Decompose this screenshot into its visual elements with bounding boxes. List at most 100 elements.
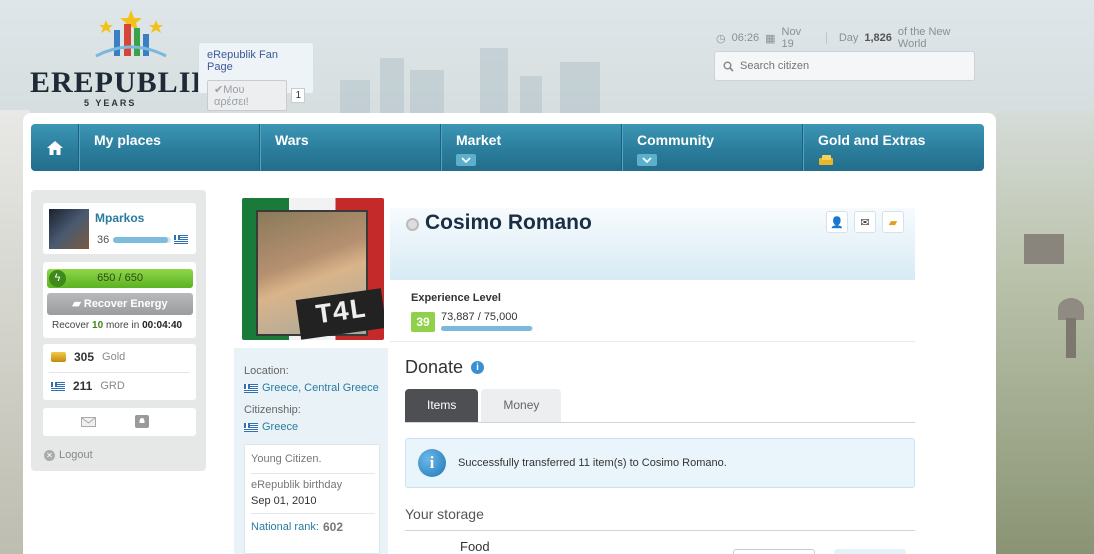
national-rank-value: 602 — [323, 520, 344, 534]
nav-market[interactable]: Market — [441, 124, 622, 171]
citizenship-label: Citizenship: — [244, 404, 301, 416]
day-prefix: Day — [838, 32, 859, 44]
messages-card — [43, 408, 196, 436]
recover-amount: 10 — [92, 320, 104, 331]
gold-label: Gold — [102, 351, 126, 363]
user-sidebar: Mparkos 36 ϟ 650 / 650 ▰ Recover Energy … — [31, 190, 206, 471]
main-nav: My places Wars Market Community Gold and… — [31, 124, 984, 171]
add-friend-button[interactable]: 👤 — [826, 211, 848, 233]
bell-icon[interactable] — [135, 415, 149, 428]
add-friend-icon: 👤 — [830, 216, 844, 229]
gold-row[interactable]: 305 Gold — [51, 350, 125, 364]
nav-label: My places — [94, 132, 161, 148]
divider — [405, 530, 915, 531]
divider — [825, 32, 827, 44]
recover-timer: 00:04:40 — [142, 320, 183, 331]
currency-label: GRD — [100, 380, 125, 392]
greece-flag-icon — [174, 235, 188, 244]
send-message-button[interactable]: ✉ — [854, 211, 876, 233]
donate-button[interactable]: ▰ — [882, 211, 904, 233]
citizen-portrait: T4L — [242, 198, 384, 340]
day-number: 1,826 — [864, 32, 892, 44]
nav-label: Community — [637, 132, 714, 148]
location-link[interactable]: Greece, Central Greece — [244, 382, 379, 394]
time-info: ◷ 06:26 ▦ Nov 19 Day 1,826 of the New Wo… — [716, 26, 976, 50]
calendar-icon: ▦ — [765, 32, 776, 45]
nav-community[interactable]: Community — [622, 124, 803, 171]
lightning-icon: ϟ — [49, 270, 66, 287]
storage-title: Your storage — [405, 506, 484, 522]
currency-row[interactable]: 211 GRD — [51, 379, 125, 393]
donate-icon: ▰ — [888, 216, 898, 229]
location-value: Greece, Central Greece — [262, 382, 379, 394]
greece-flag-icon — [244, 422, 258, 432]
success-message-text: Successfully transferred 11 item(s) to C… — [458, 457, 727, 469]
gold-icon — [819, 155, 833, 165]
tab-money[interactable]: Money — [481, 389, 562, 422]
quantity-input[interactable] — [733, 549, 815, 554]
citizenship-link[interactable]: Greece — [244, 421, 298, 433]
recover-energy-button[interactable]: ▰ Recover Energy — [47, 293, 193, 315]
recover-prefix: Recover — [52, 320, 90, 331]
divider — [49, 372, 190, 373]
logo-wordmark: EREPUBLIK — [30, 66, 216, 99]
rank-title: Young Citizen. — [251, 453, 322, 465]
home-button[interactable] — [31, 124, 79, 171]
user-xp-bar — [113, 237, 171, 243]
experience-title: Experience Level — [411, 292, 501, 304]
erepublik-logo[interactable]: EREPUBLIK 5 YEARS — [30, 8, 215, 108]
mail-icon[interactable] — [81, 417, 96, 427]
citizen-stats: Young Citizen. eRepublik birthday Sep 01… — [244, 444, 380, 554]
city-skyline — [330, 40, 650, 120]
like-button[interactable]: ✔Μου αρέσει! — [207, 80, 288, 111]
message-icon: ✉ — [860, 216, 870, 229]
birthday-value: Sep 01, 2010 — [251, 495, 317, 507]
background-water-tower — [1058, 298, 1084, 320]
divider — [251, 513, 375, 514]
recover-mid: more in — [105, 320, 140, 331]
search-icon — [723, 61, 734, 72]
citizen-info: Location: Greece, Central Greece Citizen… — [234, 348, 388, 554]
location-label: Location: — [244, 365, 289, 377]
logo-years: 5 YEARS — [84, 98, 137, 108]
success-message: i Successfully transferred 11 item(s) to… — [405, 438, 915, 488]
username[interactable]: Mparkos — [95, 211, 144, 225]
food-icon: ▰ — [72, 298, 84, 310]
energy-value: 650 / 650 — [97, 272, 143, 284]
donate-submit-button[interactable] — [834, 549, 906, 554]
nav-my-places[interactable]: My places — [79, 124, 260, 171]
user-card: Mparkos 36 — [43, 203, 196, 254]
profile-actions: 👤 ✉ ▰ — [826, 211, 904, 233]
gold-amount: 305 — [74, 350, 95, 364]
background-water-tower-leg — [1066, 318, 1076, 358]
birthday-label: eRepublik birthday — [251, 479, 343, 491]
chevron-down-icon — [456, 154, 476, 166]
nav-label: Market — [456, 132, 502, 148]
fan-page-link[interactable]: eRepublik Fan Page — [207, 49, 305, 73]
nav-gold-and-extras[interactable]: Gold and Extras — [803, 124, 984, 171]
online-status-icon — [406, 218, 419, 231]
national-rank-label[interactable]: National rank: — [251, 521, 319, 533]
info-icon: i — [418, 449, 446, 477]
clock-icon: ◷ — [716, 32, 726, 45]
recover-info: Recover 10 more in 00:04:40 — [52, 320, 182, 331]
greece-flag-icon — [51, 381, 65, 391]
nav-wars[interactable]: Wars — [260, 124, 441, 171]
nav-label: Wars — [275, 132, 309, 148]
tab-items[interactable]: Items — [405, 389, 479, 422]
divider — [251, 473, 375, 474]
server-time: 06:26 — [731, 32, 760, 44]
recover-energy-label: Recover Energy — [83, 298, 168, 310]
logout-link[interactable]: ✕ Logout — [44, 449, 93, 461]
search-input[interactable] — [740, 60, 960, 72]
like-count: 1 — [291, 88, 305, 103]
donate-section-title: Donate i — [405, 357, 485, 378]
citizenship-value: Greece — [262, 421, 299, 433]
food-label: Food — [460, 539, 490, 554]
search-box[interactable] — [714, 51, 975, 81]
experience-bar — [441, 326, 533, 331]
avatar[interactable] — [49, 209, 89, 249]
info-icon[interactable]: i — [471, 361, 485, 374]
fan-page-box: eRepublik Fan Page ✔Μου αρέσει! 1 — [198, 42, 314, 111]
home-icon — [46, 140, 63, 155]
